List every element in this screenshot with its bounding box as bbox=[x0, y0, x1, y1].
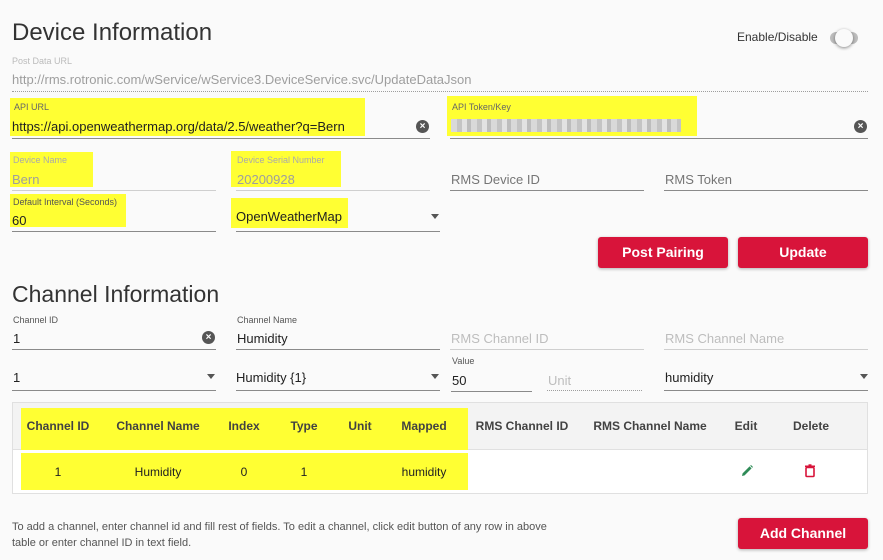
update-button[interactable]: Update bbox=[738, 237, 868, 268]
channel-name-input[interactable]: Humidity bbox=[237, 331, 288, 346]
chevron-down-icon[interactable] bbox=[860, 374, 868, 379]
index-underline bbox=[12, 390, 216, 391]
toggle-knob[interactable] bbox=[835, 29, 853, 47]
post-url-label: Post Data URL bbox=[12, 56, 73, 66]
cell-mapped: humidity bbox=[401, 465, 447, 479]
mapped-underline bbox=[664, 390, 868, 391]
interval-label: Default Interval (Seconds) bbox=[13, 197, 118, 207]
unit-input[interactable]: Unit bbox=[548, 373, 571, 388]
th-channel-id: Channel ID bbox=[26, 419, 90, 433]
api-url-input[interactable]: https://api.openweathermap.org/data/2.5/… bbox=[12, 119, 345, 134]
value-input[interactable]: 50 bbox=[452, 373, 466, 388]
api-token-input[interactable] bbox=[451, 119, 681, 132]
clear-icon[interactable]: × bbox=[202, 331, 215, 344]
type-underline bbox=[236, 390, 440, 391]
api-url-underline bbox=[12, 138, 430, 139]
th-delete: Delete bbox=[792, 419, 830, 433]
th-rms-channel-name: RMS Channel Name bbox=[593, 419, 707, 433]
rms-token-input[interactable]: RMS Token bbox=[665, 172, 732, 187]
interval-input[interactable]: 60 bbox=[12, 213, 26, 228]
serial-field: 20200928 bbox=[237, 172, 295, 187]
th-type: Type bbox=[290, 419, 318, 433]
channel-id-label: Channel ID bbox=[13, 315, 59, 325]
unit-underline bbox=[547, 390, 642, 391]
help-text: To add a channel, enter channel id and f… bbox=[12, 521, 547, 549]
add-channel-button[interactable]: Add Channel bbox=[738, 518, 868, 549]
th-unit: Unit bbox=[348, 419, 372, 433]
source-underline bbox=[236, 231, 440, 232]
chevron-down-icon[interactable] bbox=[431, 214, 439, 219]
post-pairing-button[interactable]: Post Pairing bbox=[598, 237, 728, 268]
rms-device-id-underline bbox=[450, 190, 644, 191]
rms-channel-name-underline bbox=[664, 349, 868, 350]
delete-icon[interactable] bbox=[804, 464, 816, 478]
post-url-field: http://rms.rotronic.com/wService/wServic… bbox=[12, 72, 472, 87]
device-info-title: Device Information bbox=[12, 19, 213, 46]
th-channel-name: Channel Name bbox=[116, 419, 200, 433]
cell-channel-id: 1 bbox=[54, 465, 62, 479]
api-token-label: API Token/Key bbox=[452, 102, 511, 112]
serial-underline bbox=[236, 190, 430, 191]
clear-icon[interactable]: × bbox=[854, 120, 867, 133]
device-name-label: Device Name bbox=[13, 155, 68, 165]
channel-name-label: Channel Name bbox=[237, 315, 298, 325]
channel-id-underline bbox=[12, 349, 216, 350]
th-mapped: Mapped bbox=[401, 419, 447, 433]
api-url-label: API URL bbox=[14, 102, 50, 112]
clear-icon[interactable]: × bbox=[416, 120, 429, 133]
channel-info-title: Channel Information bbox=[12, 281, 220, 307]
type-select[interactable]: Humidity {1} bbox=[236, 370, 306, 385]
toggle-label: Enable/Disable bbox=[737, 30, 818, 44]
rms-device-id-input[interactable]: RMS Device ID bbox=[451, 172, 540, 187]
mapped-select[interactable]: humidity bbox=[665, 370, 713, 385]
th-edit: Edit bbox=[734, 419, 758, 433]
rms-channel-name-input[interactable]: RMS Channel Name bbox=[665, 331, 784, 346]
rms-channel-id-underline bbox=[450, 349, 644, 350]
device-name-field: Bern bbox=[12, 172, 40, 187]
cell-index: 0 bbox=[240, 465, 248, 479]
channel-id-input[interactable]: 1 bbox=[13, 331, 20, 346]
interval-underline bbox=[12, 231, 216, 232]
chevron-down-icon[interactable] bbox=[207, 374, 215, 379]
index-select[interactable]: 1 bbox=[13, 370, 20, 385]
post-url-underline bbox=[12, 91, 868, 92]
device-name-underline bbox=[12, 190, 216, 191]
cell-type: 1 bbox=[300, 465, 308, 479]
channel-name-underline bbox=[236, 349, 440, 350]
api-token-underline bbox=[450, 138, 868, 139]
th-index: Index bbox=[228, 419, 260, 433]
rms-token-underline bbox=[664, 190, 868, 191]
source-select[interactable]: OpenWeatherMap bbox=[236, 209, 342, 224]
serial-label: Device Serial Number bbox=[237, 155, 325, 165]
value-label: Value bbox=[452, 356, 475, 366]
chevron-down-icon[interactable] bbox=[431, 374, 439, 379]
rms-channel-id-input[interactable]: RMS Channel ID bbox=[451, 331, 549, 346]
cell-channel-name: Humidity bbox=[134, 465, 182, 479]
th-rms-channel-id: RMS Channel ID bbox=[475, 419, 569, 433]
value-underline bbox=[451, 391, 532, 392]
edit-icon[interactable] bbox=[740, 464, 754, 478]
